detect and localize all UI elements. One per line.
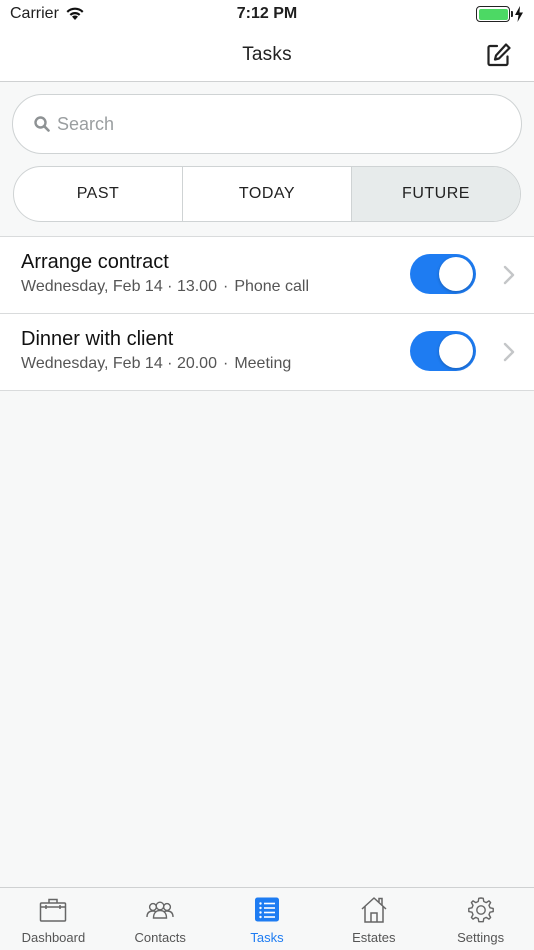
charging-bolt-icon xyxy=(515,6,523,22)
tab-label: Dashboard xyxy=(21,930,86,945)
task-toggle[interactable] xyxy=(410,254,476,294)
tab-dashboard[interactable]: Dashboard xyxy=(0,888,107,950)
status-left: Carrier xyxy=(10,5,85,23)
compose-icon[interactable] xyxy=(486,42,512,68)
tab-label: Settings xyxy=(457,930,505,945)
carrier-label: Carrier xyxy=(10,5,59,22)
segment-past[interactable]: PAST xyxy=(14,167,183,221)
gear-icon xyxy=(467,897,494,923)
tab-contacts[interactable]: Contacts xyxy=(107,888,214,950)
task-separator: · xyxy=(222,278,229,295)
tab-label: Contacts xyxy=(134,930,186,945)
tab-settings[interactable]: Settings xyxy=(427,888,534,950)
table-row[interactable]: Dinner with client Wednesday, Feb 14 · 2… xyxy=(0,314,534,391)
segment-future[interactable]: FUTURE xyxy=(352,167,520,221)
search-input[interactable] xyxy=(57,113,497,135)
briefcase-icon xyxy=(40,898,67,922)
status-right xyxy=(476,6,524,22)
toggle-knob xyxy=(439,334,473,368)
chevron-right-icon xyxy=(503,342,515,362)
search-wrap xyxy=(12,94,522,154)
task-type: Meeting xyxy=(234,355,292,372)
tab-label: Estates xyxy=(352,930,396,945)
toggle-knob xyxy=(439,257,473,291)
people-icon xyxy=(146,901,174,919)
wifi-icon xyxy=(66,7,84,20)
tab-bar: Dashboard Contacts Tasks Estates Setting… xyxy=(0,887,534,950)
tab-tasks[interactable]: Tasks xyxy=(214,888,321,950)
chevron-right-icon xyxy=(503,265,515,285)
search-icon xyxy=(34,116,50,132)
segment-today[interactable]: TODAY xyxy=(183,167,352,221)
tab-estates[interactable]: Estates xyxy=(320,888,427,950)
task-list: Arrange contract Wednesday, Feb 14 · 13.… xyxy=(0,236,534,391)
list-icon xyxy=(254,897,279,922)
tab-label: Tasks xyxy=(250,930,284,945)
task-subtitle: Wednesday, Feb 14 · 20.00 · Meeting xyxy=(21,355,291,373)
task-date: Wednesday, Feb 14 · 20.00 xyxy=(21,355,217,372)
search-box[interactable] xyxy=(12,94,522,154)
task-date: Wednesday, Feb 14 · 13.00 xyxy=(21,278,217,295)
page-title: Tasks xyxy=(242,43,292,65)
table-row[interactable]: Arrange contract Wednesday, Feb 14 · 13.… xyxy=(0,237,534,314)
task-title: Dinner with client xyxy=(21,328,174,350)
battery-icon xyxy=(476,6,513,22)
time-filter-segment: PAST TODAY FUTURE xyxy=(13,166,521,222)
task-type: Phone call xyxy=(234,278,310,295)
status-bar: Carrier 7:12 PM xyxy=(0,0,534,28)
house-icon xyxy=(361,897,387,923)
task-title: Arrange contract xyxy=(21,251,169,273)
task-separator: · xyxy=(222,355,229,372)
task-subtitle: Wednesday, Feb 14 · 13.00 · Phone call xyxy=(21,278,309,296)
task-toggle[interactable] xyxy=(410,331,476,371)
nav-bar: Tasks xyxy=(0,28,534,82)
